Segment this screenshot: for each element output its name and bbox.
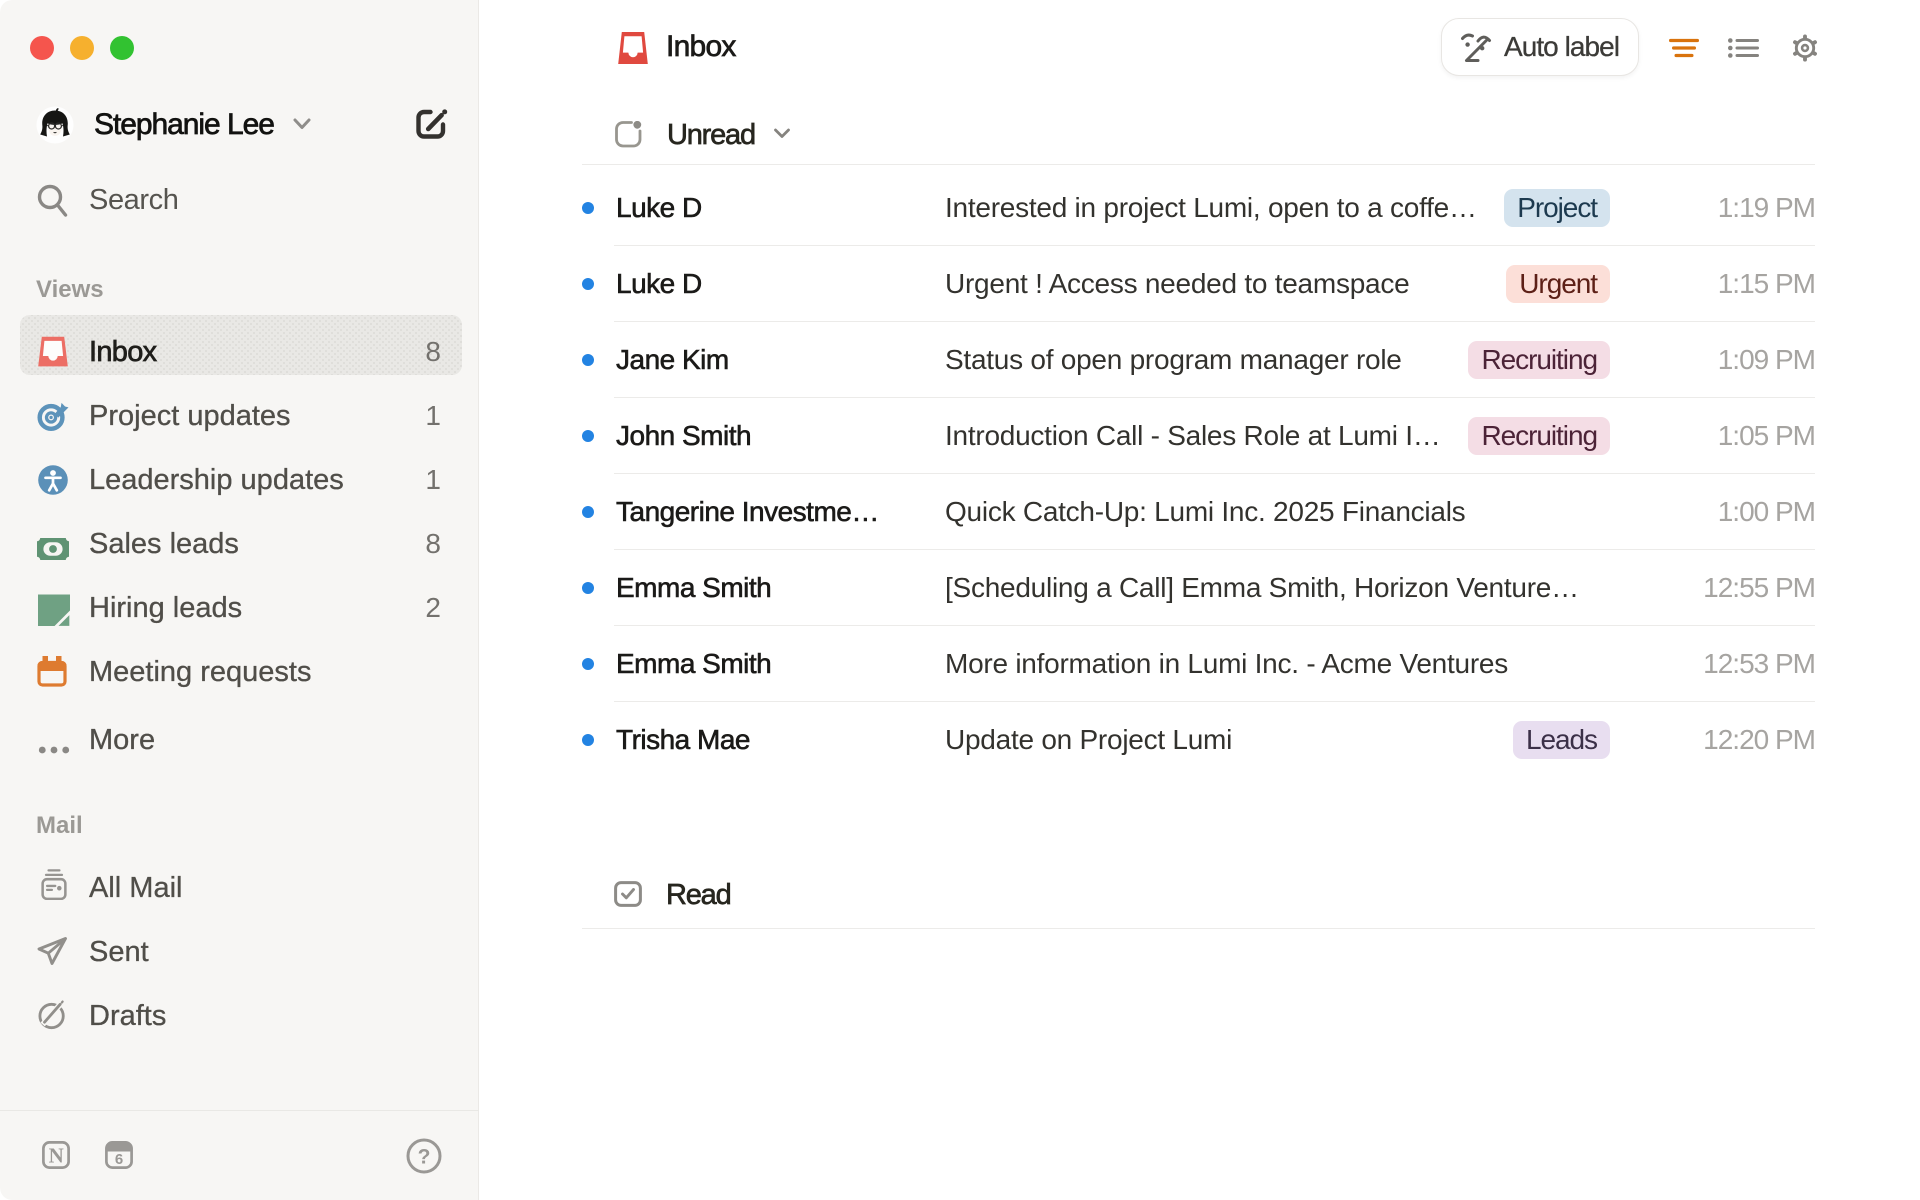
svg-text:N: N — [49, 1143, 64, 1167]
svg-text:6: 6 — [115, 1151, 123, 1168]
svg-text:?: ? — [418, 1146, 431, 1169]
